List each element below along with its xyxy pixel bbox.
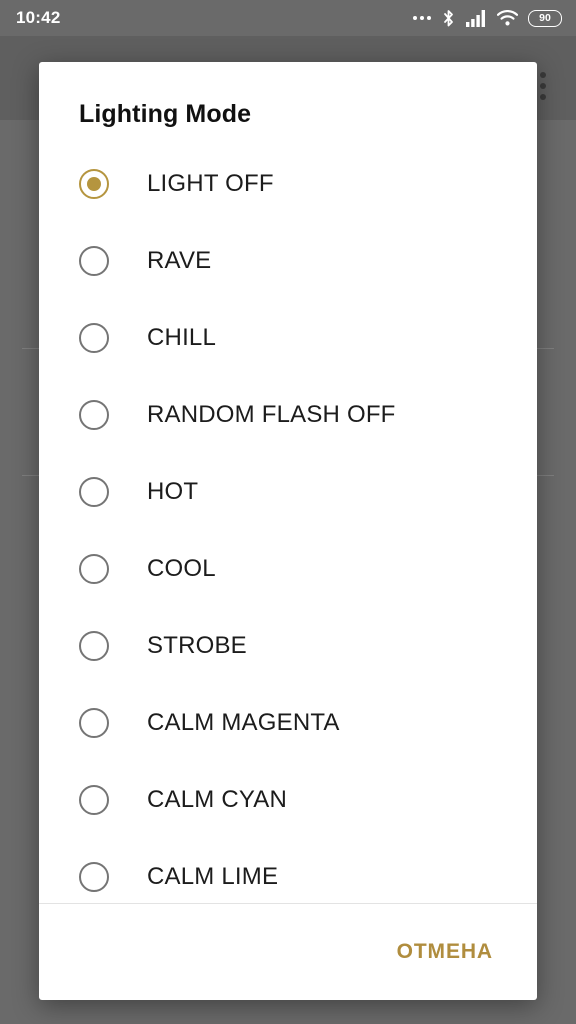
- option-label: COOL: [147, 554, 216, 582]
- overflow-menu-icon[interactable]: [540, 72, 546, 100]
- option-label: HOT: [147, 477, 199, 505]
- option-label: RAVE: [147, 246, 212, 274]
- option-row-light-off[interactable]: LIGHT OFF: [39, 145, 537, 222]
- status-bar: 10:42 90: [0, 0, 576, 36]
- status-bar-clock: 10:42: [16, 8, 61, 27]
- option-row-strobe[interactable]: STROBE: [39, 607, 537, 684]
- ellipsis-dot: [413, 16, 417, 20]
- option-label: RANDOM FLASH OFF: [147, 400, 396, 428]
- lighting-mode-option-list[interactable]: LIGHT OFF RAVE CHILL RANDOM FLASH OFF HOT COO…: [39, 145, 537, 903]
- dialog-title: Lighting Mode: [79, 100, 252, 128]
- battery-icon: 90: [528, 9, 562, 27]
- dialog-action-bar: ОТМЕНА: [39, 904, 537, 1000]
- option-row-rave[interactable]: RAVE: [39, 222, 537, 299]
- radio-button-icon[interactable]: [79, 476, 109, 507]
- ellipsis-dot: [427, 16, 431, 20]
- radio-button-icon[interactable]: [79, 399, 109, 430]
- option-row-hot[interactable]: HOT: [39, 453, 537, 530]
- option-label: CALM CYAN: [147, 785, 288, 813]
- bluetooth-icon: [441, 9, 456, 28]
- radio-dot: [87, 176, 101, 191]
- radio-button-selected-icon[interactable]: [79, 168, 109, 199]
- radio-button-icon[interactable]: [79, 861, 109, 892]
- option-label: STROBE: [147, 631, 247, 659]
- ellipsis-icon: [413, 16, 431, 20]
- lighting-mode-dialog: Lighting Mode LIGHT OFF RAVE CHILL RANDOM F…: [39, 62, 537, 1000]
- option-row-chill[interactable]: CHILL: [39, 299, 537, 376]
- wifi-icon: [497, 10, 518, 26]
- option-row-cool[interactable]: COOL: [39, 530, 537, 607]
- option-row-calm-lime[interactable]: CALM LIME: [39, 838, 537, 903]
- ellipsis-dot: [420, 16, 424, 20]
- radio-button-icon[interactable]: [79, 553, 109, 584]
- status-bar-icons: 90: [413, 9, 562, 28]
- radio-button-icon[interactable]: [79, 322, 109, 353]
- option-row-random-flash-off[interactable]: RANDOM FLASH OFF: [39, 376, 537, 453]
- overflow-dot: [540, 94, 546, 100]
- battery-level-text: 90: [539, 11, 551, 24]
- overflow-dot: [540, 72, 546, 78]
- option-label: CALM MAGENTA: [147, 708, 340, 736]
- option-label: LIGHT OFF: [147, 169, 274, 197]
- option-row-calm-magenta[interactable]: CALM MAGENTA: [39, 684, 537, 761]
- option-label: CALM LIME: [147, 862, 279, 890]
- cellular-signal-icon: [466, 9, 487, 27]
- overflow-dot: [540, 83, 546, 89]
- option-row-calm-cyan[interactable]: CALM CYAN: [39, 761, 537, 838]
- radio-button-icon[interactable]: [79, 245, 109, 276]
- radio-button-icon[interactable]: [79, 784, 109, 815]
- cancel-button[interactable]: ОТМЕНА: [391, 932, 499, 972]
- option-label: CHILL: [147, 323, 217, 351]
- radio-button-icon[interactable]: [79, 707, 109, 738]
- radio-button-icon[interactable]: [79, 630, 109, 661]
